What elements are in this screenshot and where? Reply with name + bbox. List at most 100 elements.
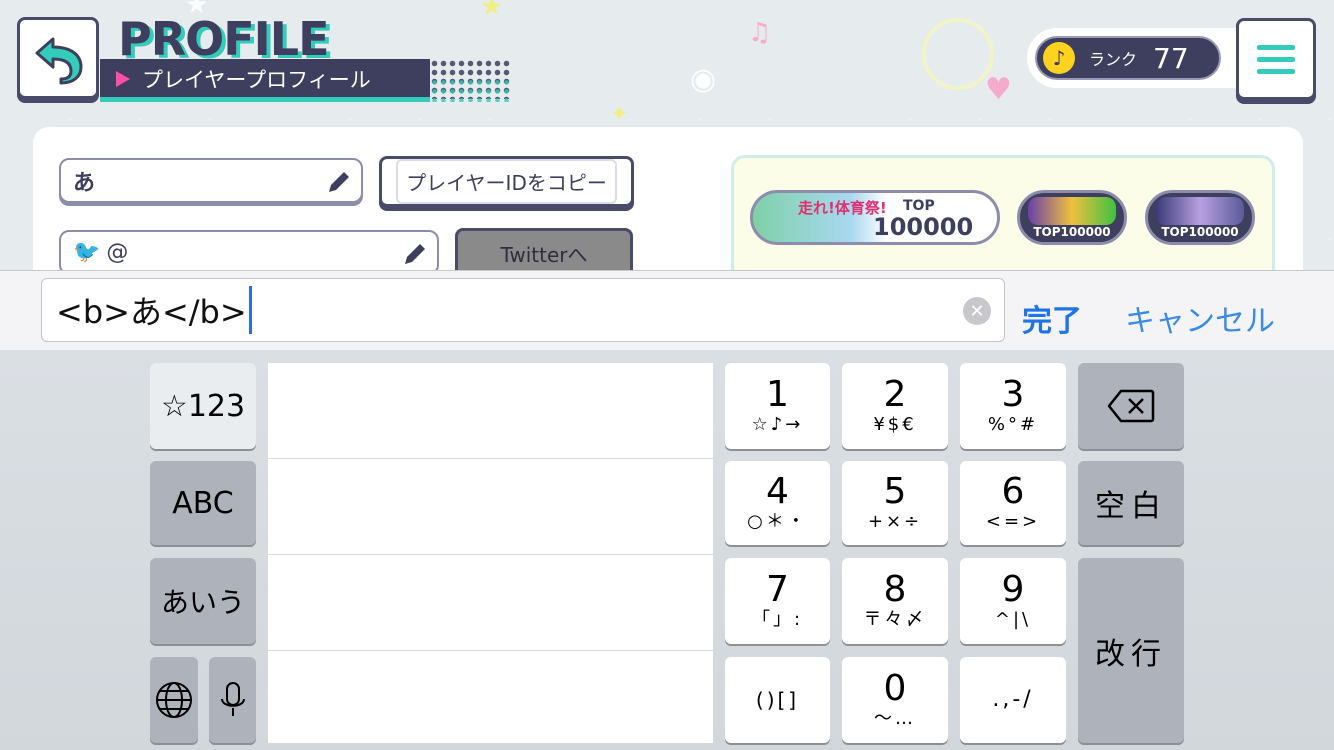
key-3-main: 3 (1001, 374, 1025, 415)
key-5[interactable]: 5 +×÷ (842, 461, 948, 545)
punctuation-key-label: .,-/ (992, 687, 1034, 712)
key-7[interactable]: 7 「」: (725, 558, 830, 644)
key-3[interactable]: 3 %°# (960, 363, 1066, 449)
hamburger-line (1257, 68, 1295, 74)
key-2-sub: ¥$€ (873, 414, 917, 435)
badge-2-artwork (1028, 197, 1116, 225)
key-6-sub: <=> (985, 511, 1041, 532)
key-8-sub: 〒々〆 (863, 609, 927, 630)
space-key[interactable]: 空白 (1078, 461, 1184, 545)
rank-label: ランク (1089, 50, 1138, 69)
candidate-row[interactable] (268, 555, 713, 650)
kana-mode-key[interactable]: あいう (150, 558, 256, 644)
space-key-label: 空白 (1095, 489, 1167, 524)
key-4-sub: ○＊・ (747, 511, 808, 532)
key-3-sub: %°# (987, 414, 1039, 435)
hamburger-icon (1257, 44, 1295, 50)
key-8-main: 8 (883, 569, 907, 610)
key-4[interactable]: 4 ○＊・ (725, 461, 830, 545)
symbols-mode-key[interactable]: ☆123 (150, 363, 256, 449)
page-title: PROFILE (118, 12, 330, 66)
music-note-icon: ♪ (1043, 42, 1075, 74)
heart-decoration-icon: ♥ (985, 72, 1012, 107)
pencil-icon (405, 244, 425, 264)
key-7-sub: 「」: (751, 609, 804, 630)
key-0-main: 0 (883, 668, 907, 709)
candidate-row[interactable] (268, 651, 713, 743)
badge-3-caption: TOP100000 (1161, 225, 1239, 239)
backspace-key[interactable] (1078, 363, 1184, 449)
backspace-icon (1107, 389, 1155, 423)
key-1-sub: ☆♪→ (751, 414, 804, 435)
return-key-label: 改行 (1095, 636, 1167, 672)
back-button[interactable] (17, 17, 99, 99)
done-button[interactable]: 完了 (1022, 296, 1082, 340)
player-name-value: あ (73, 170, 96, 196)
key-1-main: 1 (766, 374, 789, 415)
badge-1-rank-label: TOP (903, 198, 935, 214)
triangle-marker-icon (116, 71, 130, 87)
event-badge-2[interactable]: TOP100000 (1017, 190, 1127, 245)
punctuation-key[interactable]: .,-/ (960, 657, 1066, 743)
menu-button[interactable] (1236, 18, 1316, 100)
star-decoration-icon: ★ (480, 0, 504, 22)
clear-text-icon[interactable]: ✕ (963, 297, 991, 325)
copy-player-id-label: プレイヤーIDをコピー (396, 159, 617, 204)
key-5-sub: +×÷ (867, 511, 923, 532)
key-9-main: 9 (1001, 569, 1025, 610)
key-4-main: 4 (766, 471, 789, 512)
event-badge-3[interactable]: TOP100000 (1145, 190, 1255, 245)
return-key[interactable]: 改行 (1078, 558, 1184, 743)
circle-decoration (922, 18, 994, 90)
player-name-field[interactable]: あ (59, 158, 363, 203)
pencil-icon (329, 172, 349, 192)
key-8[interactable]: 8 〒々〆 (842, 558, 948, 644)
twitter-handle-field[interactable]: 🐦 @ (59, 230, 439, 275)
candidate-row[interactable] (268, 459, 713, 554)
brackets-key[interactable]: ()[] (725, 657, 830, 743)
disc-decoration-icon: ◉ (690, 62, 717, 97)
candidate-row[interactable] (268, 363, 713, 458)
halftone-decoration-teal (430, 78, 510, 102)
text-input-field[interactable]: <b>あ</b> (41, 278, 1005, 342)
copy-player-id-button[interactable]: プレイヤーIDをコピー (379, 156, 634, 207)
back-arrow-icon (35, 37, 83, 85)
badge-1-rank-value: 100000 (873, 213, 974, 241)
key-5-main: 5 (883, 471, 907, 512)
cancel-button[interactable]: キャンセル (1125, 296, 1275, 340)
key-0[interactable]: 0 〜… (842, 657, 948, 743)
key-7-main: 7 (766, 569, 789, 610)
kana-mode-label: あいう (160, 586, 245, 619)
key-9[interactable]: 9 ^|\ (960, 558, 1066, 644)
hamburger-line (1257, 56, 1295, 62)
microphone-icon (220, 682, 245, 716)
sparkle-decoration-icon: ✦ (610, 102, 629, 127)
globe-icon (156, 682, 192, 718)
twitter-prefix: @ (106, 240, 129, 265)
key-1[interactable]: 1 ☆♪→ (725, 363, 830, 449)
key-2-main: 2 (883, 374, 907, 415)
key-9-sub: ^|\ (994, 609, 1032, 630)
text-caret (248, 286, 252, 334)
rank-value: 77 (1153, 41, 1189, 75)
key-6[interactable]: 6 <=> (960, 461, 1066, 545)
abc-mode-key[interactable]: ABC (150, 461, 256, 545)
key-2[interactable]: 2 ¥$€ (842, 363, 948, 449)
text-input-value: <b>あ</b> (56, 293, 247, 331)
page-subtitle-bar: プレイヤープロフィール (100, 59, 430, 99)
badge-2-caption: TOP100000 (1033, 225, 1111, 239)
abc-mode-label: ABC (172, 485, 234, 521)
music-note-decoration-icon: ♫ (748, 18, 772, 48)
subtitle-accent-line (100, 97, 430, 102)
microphone-key[interactable] (209, 657, 256, 743)
badge-3-artwork (1156, 197, 1244, 225)
key-6-main: 6 (1001, 471, 1025, 512)
globe-key[interactable] (150, 657, 198, 743)
rank-display: ♪ ランク 77 (1035, 36, 1221, 80)
twitter-bird-icon: 🐦 (73, 240, 101, 265)
event-badge-1[interactable]: 走れ!体育祭! TOP 100000 (750, 190, 1000, 245)
page-subtitle: プレイヤープロフィール (142, 68, 371, 92)
key-0-sub: 〜… (874, 708, 916, 729)
brackets-key-label: ()[] (755, 688, 800, 712)
symbols-mode-label: ☆123 (160, 388, 246, 424)
